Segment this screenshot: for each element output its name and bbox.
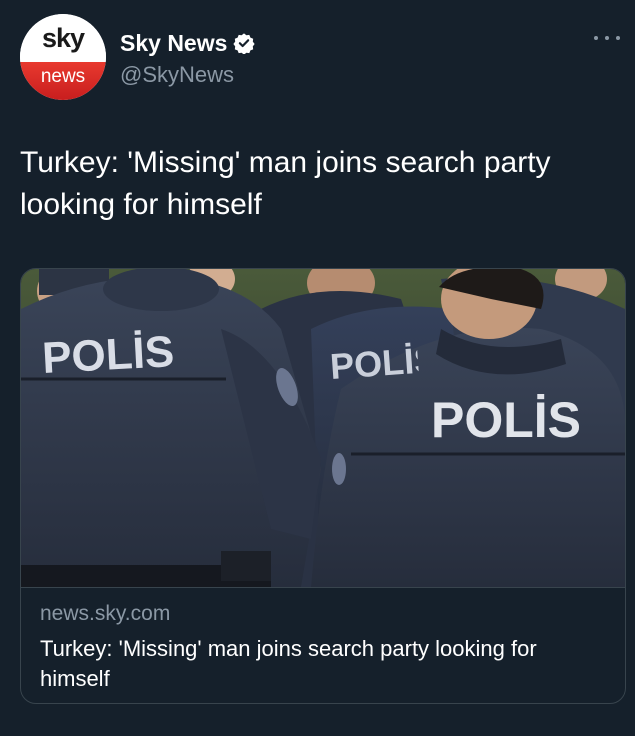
author-name-line: Sky News [120, 28, 256, 58]
polis-label-left: POLİS [41, 327, 175, 383]
card-title: Turkey: 'Missing' man joins search party… [40, 636, 537, 691]
link-card[interactable]: POLİS POLİS POLİS news.sky.com Turkey: '… [20, 268, 626, 704]
author-display-name[interactable]: Sky News [120, 30, 227, 57]
police-officers-photo-icon: POLİS POLİS POLİS [21, 269, 625, 587]
more-options-icon[interactable] [594, 32, 620, 44]
tweet-header: sky news Sky News @SkyNews [20, 14, 620, 104]
tweet-text: Turkey: 'Missing' man joins search party… [20, 146, 551, 221]
avatar-news-text: news [20, 62, 106, 100]
avatar[interactable]: sky news [20, 14, 106, 100]
author-handle[interactable]: @SkyNews [120, 62, 234, 88]
card-image[interactable]: POLİS POLİS POLİS [21, 269, 625, 587]
verified-badge-icon [233, 33, 256, 54]
card-meta[interactable]: news.sky.com Turkey: 'Missing' man joins… [21, 587, 625, 703]
avatar-sky-text: sky [20, 14, 106, 62]
card-domain: news.sky.com [40, 602, 171, 625]
polis-label-right: POLİS [431, 392, 581, 448]
